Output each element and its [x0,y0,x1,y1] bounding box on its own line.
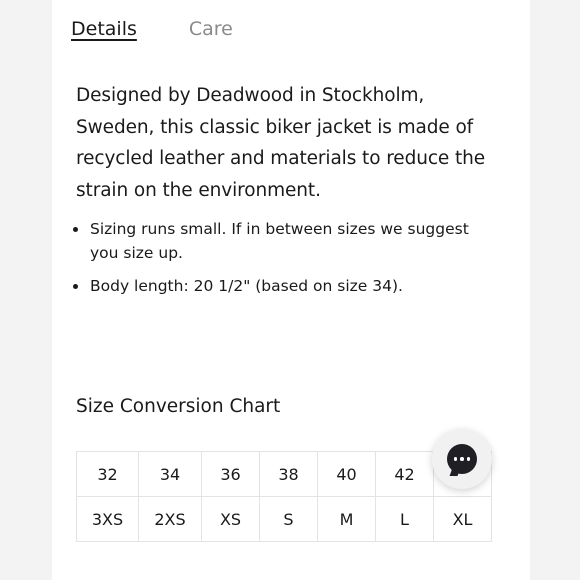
size-cell: S [259,496,318,542]
size-cell: 2XS [138,496,202,542]
chat-dot [460,457,464,461]
table-row-numeric: 32 34 36 38 40 42 44 [76,451,492,497]
size-cell: 36 [201,451,260,497]
tab-details[interactable]: Details [71,18,137,40]
chat-dot [466,457,471,461]
size-chart-title: Size Conversion Chart [76,396,281,417]
size-conversion-table: 32 34 36 38 40 42 44 3XS 2XS XS S M L XL [76,451,492,542]
size-cell: 42 [375,451,434,497]
details-list: Sizing runs small. If in between sizes w… [73,217,480,307]
chat-bubble-icon [447,444,477,474]
size-cell: XS [201,496,260,542]
list-item-sizing: Sizing runs small. If in between sizes w… [73,217,480,265]
size-cell: 34 [138,451,202,497]
table-row-letter: 3XS 2XS XS S M L XL [76,496,492,542]
size-cell: 32 [76,451,139,497]
tab-bar: Details Care [71,18,233,40]
list-item-body-length: Body length: 20 1/2" (based on size 34). [73,274,480,298]
size-cell: 40 [317,451,376,497]
chat-dot [453,457,458,461]
size-cell: M [317,496,376,542]
product-description: Designed by Deadwood in Stockholm, Swede… [76,85,486,201]
tab-care[interactable]: Care [189,18,233,40]
size-cell: XL [433,496,492,542]
chat-button[interactable] [432,429,492,489]
size-cell: 3XS [76,496,139,542]
size-cell: 38 [259,451,318,497]
size-cell: L [375,496,434,542]
